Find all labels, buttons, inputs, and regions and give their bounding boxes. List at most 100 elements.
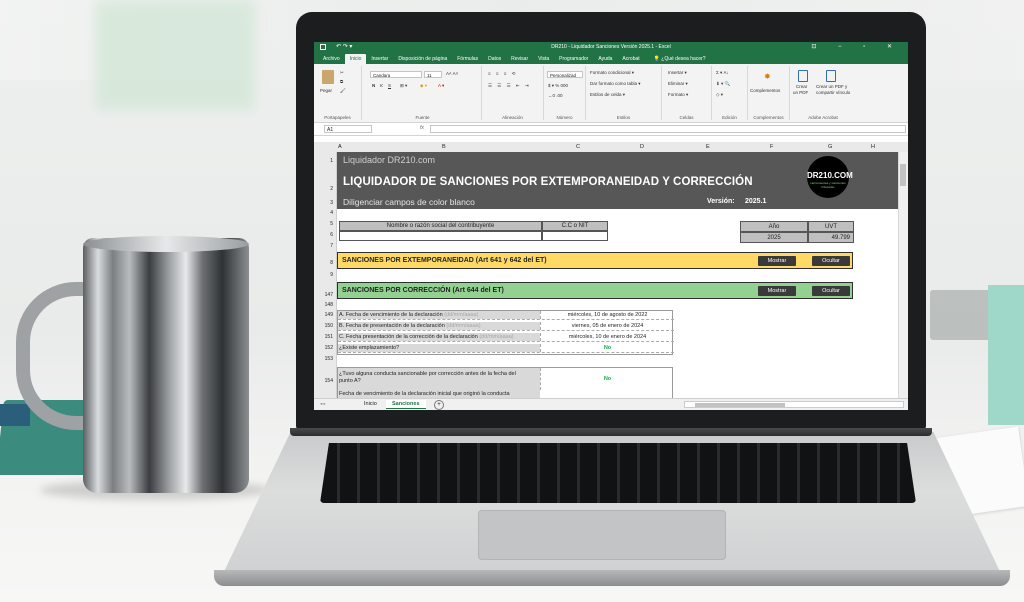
row-header[interactable]: 153 bbox=[325, 356, 333, 362]
col-header[interactable]: E bbox=[706, 144, 710, 150]
paste-button[interactable]: Pegar bbox=[320, 88, 332, 93]
font-size-combo[interactable]: 11 bbox=[424, 71, 442, 78]
group-label: Número bbox=[556, 115, 573, 120]
row-header[interactable]: 1 bbox=[330, 158, 333, 164]
vertical-align-icons[interactable]: ≡ ≡ ≡ ⟲ bbox=[488, 71, 517, 77]
format-painter-icon[interactable]: 🖌 bbox=[340, 88, 346, 94]
bold-button[interactable]: N bbox=[372, 83, 375, 88]
create-share-line1[interactable]: Crear un PDF y bbox=[816, 84, 847, 89]
row-header[interactable]: 148 bbox=[325, 302, 333, 308]
col-header[interactable]: G bbox=[828, 144, 832, 150]
row-header[interactable]: 2 bbox=[330, 186, 333, 192]
create-share-line2[interactable]: compartir vínculo bbox=[816, 90, 850, 95]
addins-icon[interactable]: ✸ bbox=[764, 72, 771, 81]
row-header[interactable]: 9 bbox=[330, 272, 333, 278]
row-header[interactable]: 4 bbox=[330, 210, 333, 216]
emplazamiento-select[interactable]: No bbox=[540, 344, 674, 352]
col-header[interactable]: F bbox=[770, 144, 773, 150]
row-header[interactable]: 150 bbox=[325, 323, 333, 329]
tab-disposicion[interactable]: Disposición de página bbox=[393, 54, 452, 64]
tab-insertar[interactable]: Insertar bbox=[366, 54, 393, 64]
addins-button[interactable]: Complementos bbox=[750, 88, 780, 93]
row-header[interactable]: 8 bbox=[330, 260, 333, 266]
col-header[interactable]: B bbox=[442, 144, 446, 150]
date-input-cell[interactable]: viernes, 05 de enero de 2024 bbox=[540, 322, 674, 330]
formula-input[interactable] bbox=[430, 125, 906, 133]
nit-input-cell[interactable] bbox=[542, 231, 608, 241]
font-name-combo[interactable]: Candara bbox=[370, 71, 422, 78]
create-pdf-line1[interactable]: Crear bbox=[796, 84, 807, 89]
date-input-cell[interactable]: miércoles, 10 de enero de 2024 bbox=[540, 333, 674, 341]
currency-percent-icons[interactable]: $ ▾ % 000 bbox=[548, 83, 568, 89]
group-edicion: Σ ▾ A↓ ⬇ ▾ 🔍 ◇ ▾ Edición bbox=[712, 66, 748, 120]
sheet-nav-icon[interactable]: ◂ ▸ bbox=[320, 401, 326, 407]
row-header[interactable]: 151 bbox=[325, 334, 333, 340]
col-header[interactable]: D bbox=[640, 144, 644, 150]
paste-icon[interactable] bbox=[322, 70, 334, 84]
hide-button[interactable]: Ocultar bbox=[812, 256, 850, 266]
autosum-icon[interactable]: Σ ▾ A↓ bbox=[716, 70, 729, 76]
hide-button[interactable]: Ocultar bbox=[812, 286, 850, 296]
underline-button[interactable]: S bbox=[388, 83, 391, 88]
tab-ayuda[interactable]: Ayuda bbox=[593, 54, 617, 64]
fx-icon[interactable]: fx bbox=[420, 125, 424, 131]
col-header[interactable]: C bbox=[576, 144, 580, 150]
hscroll-thumb[interactable] bbox=[695, 403, 785, 407]
sheet-tab-inicio[interactable]: Inicio bbox=[358, 400, 383, 408]
tab-acrobat[interactable]: Acrobat bbox=[617, 54, 644, 64]
row-header[interactable]: 6 bbox=[330, 232, 333, 238]
format-table-button[interactable]: Dar formato como tabla ▾ bbox=[590, 81, 641, 87]
italic-button[interactable]: K bbox=[380, 83, 383, 88]
number-format-combo[interactable]: Personalizad bbox=[547, 71, 583, 78]
row-header[interactable]: 154 bbox=[325, 378, 333, 384]
decimals-icons[interactable]: ←0 .00 bbox=[548, 93, 563, 98]
row-header[interactable]: 147 bbox=[325, 292, 333, 298]
sheet-tab-sanciones[interactable]: Sanciones bbox=[386, 400, 426, 409]
row-header[interactable]: 152 bbox=[325, 345, 333, 351]
tab-formulas[interactable]: Fórmulas bbox=[452, 54, 483, 64]
pdf-share-icon[interactable] bbox=[826, 70, 836, 82]
clear-icon[interactable]: ◇ ▾ bbox=[716, 92, 723, 98]
conducta-select[interactable]: No bbox=[540, 368, 674, 390]
border-icon[interactable]: ⊞ ▾ bbox=[400, 83, 407, 89]
tell-me-search[interactable]: 💡 ¿Qué desea hacer? bbox=[649, 54, 711, 64]
cell-styles-button[interactable]: Estilos de celda ▾ bbox=[590, 92, 625, 98]
scroll-thumb[interactable] bbox=[900, 164, 906, 186]
row-header[interactable]: 149 bbox=[325, 312, 333, 318]
name-input-cell[interactable] bbox=[339, 231, 542, 241]
tab-datos[interactable]: Datos bbox=[483, 54, 506, 64]
delete-cells-button[interactable]: Eliminar ▾ bbox=[668, 81, 688, 87]
horizontal-align-icons[interactable]: ☰ ☰ ☰ ⇤ ⇥ bbox=[488, 83, 531, 89]
tab-revisar[interactable]: Revisar bbox=[506, 54, 533, 64]
show-button[interactable]: Mostrar bbox=[758, 256, 796, 266]
horizontal-scrollbar[interactable] bbox=[684, 401, 904, 408]
sheet-grid[interactable]: Liquidador DR210.com LIQUIDADOR DE SANCI… bbox=[337, 152, 899, 398]
copy-icon[interactable]: ⧉ bbox=[340, 79, 343, 84]
show-button[interactable]: Mostrar bbox=[758, 286, 796, 296]
font-color-icon[interactable]: A ▾ bbox=[438, 83, 444, 89]
fill-color-icon[interactable]: ◆ ▾ bbox=[420, 83, 427, 89]
tab-vista[interactable]: Vista bbox=[533, 54, 554, 64]
tab-archivo[interactable]: Archivo bbox=[318, 54, 345, 64]
add-sheet-icon[interactable]: + bbox=[434, 400, 444, 410]
tab-inicio[interactable]: Inicio bbox=[344, 54, 367, 64]
insert-cells-button[interactable]: Insertar ▾ bbox=[668, 70, 687, 76]
pdf-icon[interactable] bbox=[798, 70, 808, 82]
row-header[interactable]: 7 bbox=[330, 243, 333, 249]
conditional-format-button[interactable]: Formato condicional ▾ bbox=[590, 70, 634, 76]
section-label: SANCIONES POR CORRECCIÓN (Art 644 del ET… bbox=[342, 287, 504, 294]
col-header[interactable]: A bbox=[338, 144, 342, 150]
row-header[interactable]: 3 bbox=[330, 200, 333, 206]
name-box[interactable]: A1 bbox=[324, 125, 372, 133]
date-input-cell[interactable]: miércoles, 10 de agosto de 2022 bbox=[540, 311, 674, 319]
tab-programador[interactable]: Programador bbox=[554, 54, 593, 64]
vertical-scrollbar[interactable] bbox=[898, 152, 908, 398]
fill-icon[interactable]: ⬇ ▾ 🔍 bbox=[716, 81, 730, 87]
font-grow-shrink-icon[interactable]: A˄ A˅ bbox=[446, 71, 458, 76]
window-controls[interactable]: ⊡ − ▫ ✕ bbox=[811, 43, 902, 50]
create-pdf-line2[interactable]: un PDF bbox=[793, 90, 808, 95]
format-cells-button[interactable]: Formato ▾ bbox=[668, 92, 688, 98]
row-header[interactable]: 5 bbox=[330, 221, 333, 227]
cut-icon[interactable]: ✂ bbox=[340, 70, 344, 76]
col-header[interactable]: H bbox=[871, 144, 875, 150]
